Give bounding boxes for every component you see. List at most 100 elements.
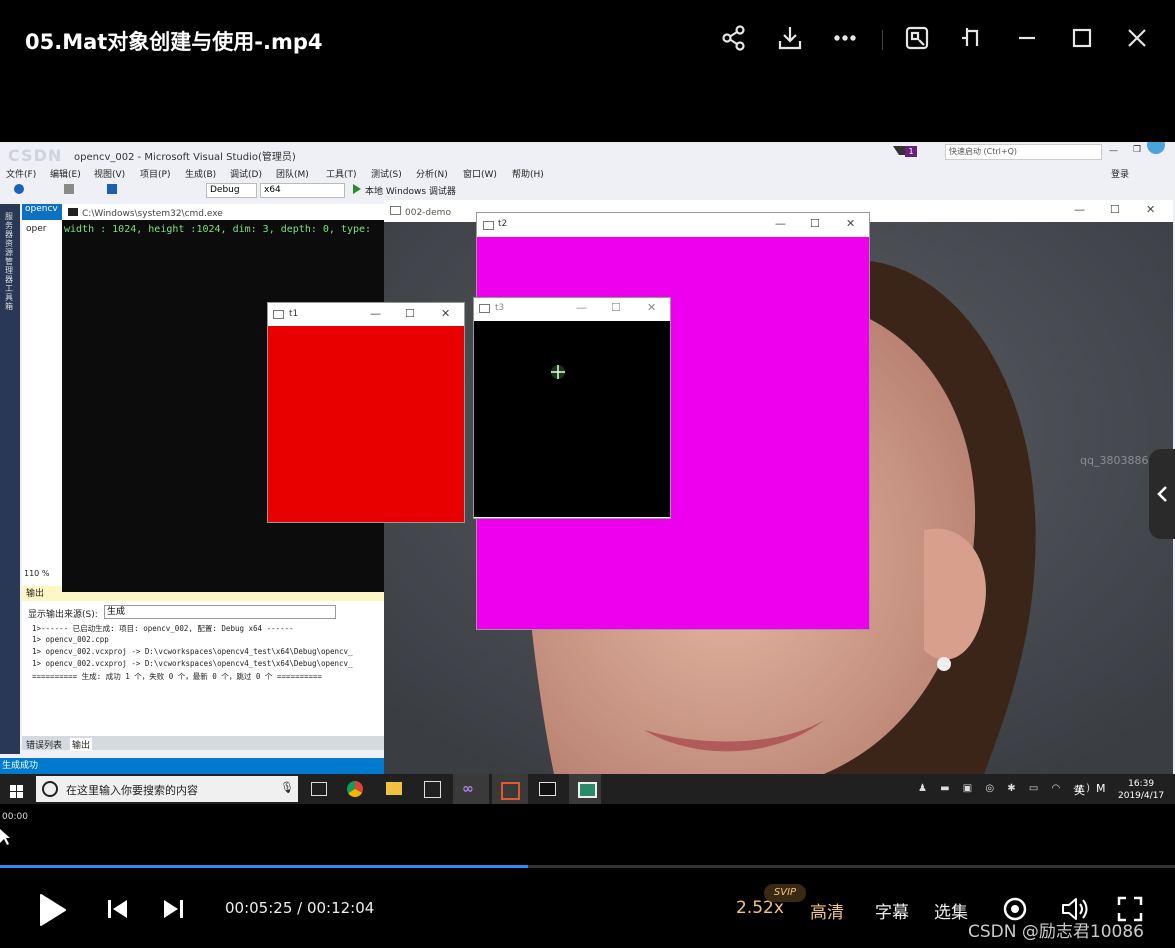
t2-titlebar: t2 — ☐ ✕	[477, 213, 869, 237]
vs-file-label: oper	[26, 224, 47, 234]
pip-icon[interactable]	[901, 22, 933, 54]
menu-project[interactable]: 项目(P)	[140, 167, 170, 180]
menu-debug[interactable]: 调试(D)	[230, 167, 262, 180]
quick-launch-input[interactable]: 快速启动 (Ctrl+Q)	[945, 144, 1102, 160]
t2-close[interactable]: ✕	[846, 217, 855, 230]
maximize-icon[interactable]	[1066, 22, 1098, 54]
t1-minimize[interactable]: —	[370, 307, 381, 320]
menu-test[interactable]: 测试(S)	[371, 167, 402, 180]
t1-window[interactable]: t1 — ☐ ✕	[267, 302, 465, 523]
tab-error-list[interactable]: 错误列表	[26, 738, 62, 751]
t3-maximize[interactable]: ☐	[611, 301, 621, 314]
vs-minimize[interactable]: —	[1109, 146, 1118, 156]
menu-file[interactable]: 文件(F)	[6, 167, 36, 180]
notification-badge: 1	[905, 146, 917, 157]
menu-team[interactable]: 团队(M)	[276, 167, 309, 180]
ime-mode-icon[interactable]: M	[1096, 782, 1106, 795]
powerpoint-icon[interactable]	[501, 782, 520, 800]
visual-studio-icon[interactable]: ∞	[462, 781, 474, 797]
subtitles-button[interactable]: 字幕	[875, 898, 909, 923]
t2-title: t2	[498, 219, 508, 229]
video-frame[interactable]: CSDN opencv_002 - Microsoft Visual Studi…	[0, 142, 1175, 804]
minimize-icon[interactable]	[1011, 22, 1043, 54]
menu-tools[interactable]: 工具(T)	[326, 167, 357, 180]
file-explorer-icon[interactable]	[386, 782, 402, 795]
vs-title: opencv_002 - Microsoft Visual Studio(管理员…	[74, 152, 296, 163]
t2-minimize[interactable]: —	[775, 217, 786, 230]
menu-analyze[interactable]: 分析(N)	[416, 167, 448, 180]
output-source-label: 显示输出来源(S):	[28, 610, 98, 620]
menu-build[interactable]: 生成(B)	[185, 167, 216, 180]
calendar-icon[interactable]	[424, 781, 441, 798]
t1-maximize[interactable]: ☐	[405, 307, 415, 320]
t2-maximize[interactable]: ☐	[810, 217, 820, 230]
cortana-icon	[42, 781, 58, 797]
share-icon[interactable]	[718, 22, 750, 54]
save-icon[interactable]	[107, 184, 117, 194]
demo-close[interactable]: ✕	[1146, 203, 1155, 216]
play-button[interactable]	[38, 893, 68, 927]
demo-minimize[interactable]: —	[1074, 203, 1085, 216]
cmd-titlebar: C:\Windows\system32\cmd.exe	[62, 204, 384, 220]
episodes-button[interactable]: 选集	[934, 898, 968, 923]
system-tray-icons[interactable]: ♟ ▬ ▣ ◎ ✱ ▭ ◠ ◁)	[918, 783, 1095, 794]
cmd-taskbar-icon[interactable]	[539, 782, 556, 796]
t1-titlebar: t1 — ☐ ✕	[268, 303, 464, 326]
side-panel-handle[interactable]	[1149, 449, 1175, 539]
menu-help[interactable]: 帮助(H)	[512, 167, 544, 180]
side-watermark: qq_3803886	[1080, 454, 1149, 467]
vs-restore[interactable]: ❐	[1133, 145, 1141, 155]
vs-tab-label: opencv	[25, 204, 58, 214]
toolbar-divider	[882, 30, 883, 50]
pin-icon[interactable]	[955, 22, 987, 54]
quality-button[interactable]: 高清	[810, 898, 844, 923]
t1-close[interactable]: ✕	[441, 307, 450, 320]
menu-edit[interactable]: 编辑(E)	[50, 167, 81, 180]
output-line: 1> opencv_002.cpp	[32, 635, 109, 644]
demo-maximize[interactable]: ☐	[1110, 203, 1120, 216]
task-view-icon[interactable]	[311, 782, 327, 796]
vs-side-label[interactable]: 服务器资源管理器 工具箱	[5, 212, 15, 311]
next-button[interactable]	[161, 897, 185, 921]
opencv-window-icon[interactable]	[578, 782, 597, 798]
platform-select[interactable]: x64	[260, 183, 345, 198]
tray-clock[interactable]: 16:39 2019/4/17	[1118, 778, 1164, 802]
svip-badge: SVIP	[764, 884, 806, 902]
vs-login[interactable]: 登录	[1111, 167, 1129, 180]
status-text: 生成成功	[2, 761, 39, 771]
download-icon[interactable]	[774, 22, 806, 54]
config-select[interactable]: Debug	[206, 183, 257, 198]
chrome-icon[interactable]	[347, 781, 363, 797]
window-icon	[390, 206, 401, 215]
output-line: ========== 生成: 成功 1 个，失败 0 个，最新 0 个，跳过 0…	[32, 672, 323, 681]
zoom-level[interactable]: 110 %	[24, 569, 49, 578]
mic-icon[interactable]: 🎙	[280, 781, 294, 794]
output-line: 1>------ 已启动生成: 项目: opencv_002, 配置: Debu…	[32, 624, 294, 633]
back-icon[interactable]	[14, 184, 24, 194]
demo-title: 002-demo	[405, 208, 451, 218]
vs-editor-tab[interactable]: opencv	[22, 204, 62, 220]
video-title: 05.Mat对象创建与使用-.mp4	[25, 30, 323, 54]
play-debug-icon[interactable]	[353, 184, 361, 194]
taskbar-search-placeholder: 在这里输入你要搜索的内容	[66, 784, 198, 797]
debugger-button[interactable]: 本地 Windows 调试器	[365, 184, 456, 197]
ime-language[interactable]: 英	[1074, 782, 1085, 798]
t3-window[interactable]: t3 — ☐ ✕	[473, 297, 671, 519]
menu-view[interactable]: 视图(V)	[94, 167, 125, 180]
csdn-logo: CSDN	[8, 146, 63, 165]
t3-minimize[interactable]: —	[576, 301, 587, 314]
tab-output[interactable]: 输出	[70, 738, 93, 751]
new-item-icon[interactable]	[64, 184, 74, 194]
vs-status-bar: 生成成功	[0, 758, 384, 774]
menu-window[interactable]: 窗口(W)	[463, 167, 497, 180]
taskbar-search[interactable]: 在这里输入你要搜索的内容 🎙	[36, 776, 298, 802]
t3-close[interactable]: ✕	[647, 301, 656, 314]
output-line: 1> opencv_002.vcxproj -> D:\vcworkspaces…	[32, 647, 353, 656]
windows-start-icon[interactable]	[10, 783, 23, 798]
more-icon[interactable]	[829, 22, 861, 54]
progress-fill	[0, 865, 528, 868]
close-icon[interactable]	[1121, 22, 1153, 54]
previous-button[interactable]	[106, 897, 130, 921]
output-source-select[interactable]: 生成	[104, 605, 336, 619]
t3-canvas	[474, 321, 670, 517]
